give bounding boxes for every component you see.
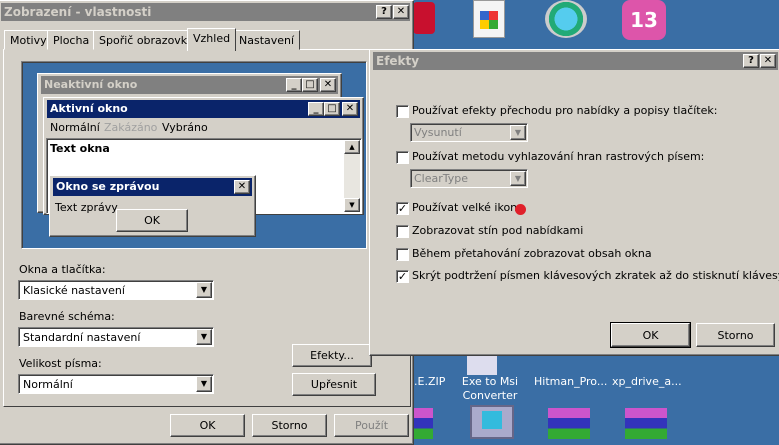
- app-icon[interactable]: 13: [622, 0, 666, 40]
- winrar-icon[interactable]: [413, 408, 433, 439]
- select-value: Klasické nastavení: [23, 284, 125, 297]
- scroll-down-icon: ▼: [344, 198, 360, 212]
- windows-buttons-select[interactable]: Klasické nastavení ▼: [18, 280, 214, 300]
- transition-select: Vysunutí ▼: [410, 123, 528, 142]
- select-value: Standardní nastavení: [23, 331, 141, 344]
- option-label: Používat efekty přechodu pro nabídky a p…: [412, 104, 718, 117]
- chevron-down-icon[interactable]: ▼: [196, 282, 212, 298]
- close-icon: ✕: [234, 180, 250, 194]
- menu-selected: Vybráno: [162, 121, 208, 134]
- option-label: Používat metodu vyhlazování hran rastrov…: [412, 150, 705, 163]
- message-text: Text zprávy: [55, 201, 118, 214]
- scrollbar: ▲ ▼: [344, 140, 360, 212]
- effects-button[interactable]: Efekty...: [292, 344, 372, 367]
- desktop-icon-label[interactable]: Exe to Msi Converter: [460, 375, 520, 403]
- color-scheme-select[interactable]: Standardní nastavení ▼: [18, 327, 214, 347]
- message-window-title: Okno se zprávou: [53, 178, 252, 196]
- hide-underline-checkbox[interactable]: ✓: [396, 270, 409, 283]
- message-ok-button: OK: [116, 209, 188, 232]
- menu-normal: Normální: [50, 121, 100, 134]
- close-icon: ✕: [320, 78, 336, 92]
- winrar-icon[interactable]: [548, 408, 590, 439]
- help-button[interactable]: ?: [743, 54, 759, 68]
- maximize-icon: □: [324, 102, 340, 116]
- ok-button[interactable]: OK: [170, 414, 245, 437]
- large-icons-checkbox[interactable]: ✓: [396, 202, 409, 215]
- desktop-icon-label[interactable]: Hitman_Pro...: [534, 375, 607, 389]
- chevron-down-icon[interactable]: ▼: [196, 329, 212, 345]
- drag-contents-checkbox[interactable]: [396, 248, 409, 261]
- effects-titlebar[interactable]: Efekty: [373, 52, 778, 70]
- maximize-icon: □: [302, 78, 318, 92]
- font-smoothing-checkbox[interactable]: [396, 151, 409, 164]
- appearance-preview: Neaktivní okno _ □ ✕ Aktivní okno _ □ ✕ …: [21, 61, 367, 249]
- tab-nastaveni[interactable]: Nastavení: [233, 30, 301, 50]
- close-icon: ✕: [342, 102, 358, 116]
- tab-motivy[interactable]: Motivy: [4, 30, 53, 50]
- tab-plocha[interactable]: Plocha: [47, 30, 96, 50]
- media-player-icon[interactable]: [545, 0, 587, 38]
- option-label: Zobrazovat stín pod nabídkami: [412, 224, 584, 237]
- option-label: Během přetahování zobrazovat obsah okna: [412, 247, 652, 260]
- message-window: Okno se zprávou ✕ Text zprávy OK: [49, 175, 256, 237]
- dialog-titlebar[interactable]: Zobrazení - vlastnosti: [1, 3, 410, 21]
- effects-dialog: Efekty ? ✕ Používat efekty přechodu pro …: [369, 49, 779, 356]
- menu-shadow-checkbox[interactable]: [396, 225, 409, 238]
- close-button[interactable]: ✕: [393, 5, 409, 19]
- cancel-button[interactable]: Storno: [252, 414, 327, 437]
- dialog-title: Zobrazení - vlastnosti: [4, 5, 152, 19]
- option-label: Používat velké ikony: [412, 201, 524, 214]
- smoothing-select: ClearType ▼: [410, 169, 528, 188]
- document-icon[interactable]: [473, 0, 505, 38]
- advanced-button[interactable]: Upřesnit: [292, 373, 376, 396]
- scroll-up-icon: ▲: [344, 140, 360, 154]
- close-button[interactable]: ✕: [760, 54, 776, 68]
- transition-effects-checkbox[interactable]: [396, 105, 409, 118]
- windows-buttons-label: Okna a tlačítka:: [19, 263, 106, 276]
- effects-title: Efekty: [376, 54, 420, 68]
- puzzle-icon[interactable]: [413, 2, 435, 34]
- select-value: Vysunutí: [414, 126, 462, 139]
- minimize-icon: _: [308, 102, 324, 116]
- chevron-down-icon: ▼: [510, 125, 526, 140]
- desktop-icon-label[interactable]: xp_drive_a...: [612, 375, 682, 389]
- option-label: Skrýt podtržení písmen klávesových zkrat…: [412, 269, 779, 282]
- display-properties-dialog: Zobrazení - vlastnosti ? ✕ Motivy Plocha…: [0, 0, 414, 445]
- tab-screensaver[interactable]: Spořič obrazovky: [93, 30, 200, 50]
- help-button[interactable]: ?: [376, 5, 392, 19]
- minimize-icon: _: [286, 78, 302, 92]
- font-size-select[interactable]: Normální ▼: [18, 374, 214, 394]
- chevron-down-icon[interactable]: ▼: [196, 376, 212, 392]
- select-value: Normální: [23, 378, 73, 391]
- computer-icon[interactable]: [470, 405, 514, 439]
- shortcut-icon[interactable]: [467, 355, 497, 375]
- red-marker-icon: [515, 204, 526, 215]
- desktop-icon-label[interactable]: .E.ZIP: [414, 375, 445, 389]
- window-text: Text okna: [50, 142, 110, 155]
- font-size-label: Velikost písma:: [19, 357, 102, 370]
- effects-cancel-button[interactable]: Storno: [696, 323, 775, 347]
- select-value: ClearType: [414, 172, 469, 185]
- menu-disabled: Zakázáno: [104, 121, 158, 134]
- apply-button[interactable]: Použít: [334, 414, 409, 437]
- color-scheme-label: Barevné schéma:: [19, 310, 115, 323]
- effects-ok-button[interactable]: OK: [610, 322, 691, 348]
- winrar-icon[interactable]: [625, 408, 667, 439]
- chevron-down-icon: ▼: [510, 171, 526, 186]
- tab-vzhled[interactable]: Vzhled: [187, 28, 237, 51]
